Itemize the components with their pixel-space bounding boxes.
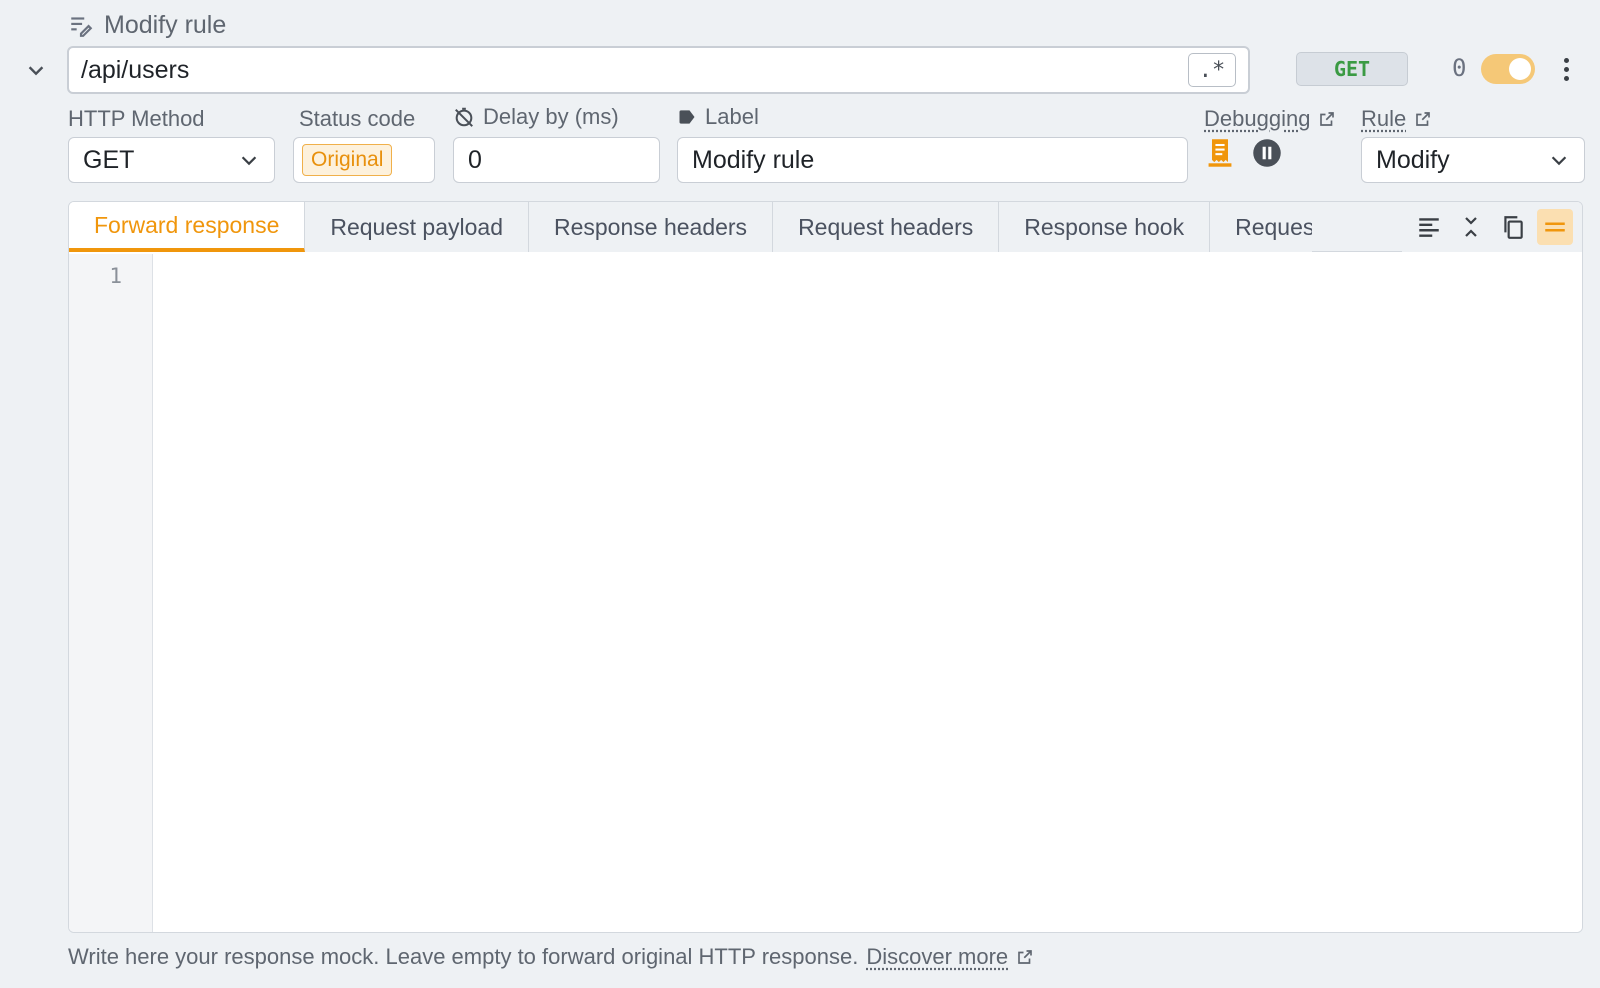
editor-hint: Write here your response mock. Leave emp… [68, 944, 1034, 970]
pause-icon [1253, 139, 1281, 167]
external-link-icon [1018, 950, 1032, 964]
copy-button[interactable] [1495, 209, 1531, 245]
tab-response-hook[interactable]: Response hook [999, 202, 1211, 252]
chevron-down-icon [241, 156, 257, 166]
toggle-knob [1509, 58, 1531, 80]
timer-off-icon [455, 107, 473, 127]
tab-request-hook[interactable]: Request hook [1210, 202, 1313, 252]
http-method-label: HTTP Method [68, 106, 205, 131]
tab-request-headers[interactable]: Request headers [773, 202, 1000, 252]
debug-pause-button[interactable] [1252, 138, 1282, 173]
copy-icon [1504, 216, 1523, 239]
hint-text: Write here your response mock. Leave emp… [68, 944, 859, 969]
chevron-down-icon [1551, 156, 1567, 166]
tab-request-payload[interactable]: Request payload [305, 202, 529, 252]
label-input[interactable]: Modify rule [677, 137, 1188, 183]
tab-forward-response[interactable]: Forward response [69, 202, 306, 252]
editor-toolbar [1402, 202, 1582, 252]
external-link-icon [1416, 112, 1431, 126]
collapse-rule-button[interactable] [22, 56, 50, 84]
rule-title-text: Modify rule [104, 10, 227, 39]
url-pattern-value[interactable]: /api/users [81, 56, 1188, 85]
tab-response-headers[interactable]: Response headers [528, 202, 774, 252]
http-method-select[interactable]: GET [68, 137, 275, 183]
receipt-icon [1208, 139, 1232, 167]
wrap-lines-button[interactable] [1537, 209, 1573, 245]
rule-enabled-toggle[interactable] [1481, 54, 1535, 84]
rule-type-label[interactable]: Rule [1361, 106, 1432, 132]
wrap-lines-icon [1545, 222, 1565, 232]
delay-value: 0 [468, 145, 482, 174]
rule-title: Modify rule [68, 8, 226, 42]
hit-count: 0 [1452, 54, 1467, 82]
rule-type-value: Modify [1376, 145, 1450, 174]
regex-icon: .* [1198, 57, 1226, 83]
tag-icon [679, 110, 695, 124]
delay-input[interactable]: 0 [453, 137, 660, 183]
format-button[interactable] [1411, 209, 1447, 245]
kebab-menu-icon[interactable] [1556, 54, 1576, 84]
line-number: 1 [109, 264, 122, 288]
delay-label: Delay by (ms) [453, 104, 619, 130]
chevron-down-icon [28, 66, 44, 76]
rule-type-select[interactable]: Modify [1361, 137, 1585, 183]
label-field-label: Label [677, 104, 759, 130]
http-method-value: GET [83, 145, 135, 174]
url-pattern-input[interactable]: /api/users .* [67, 46, 1250, 94]
code-editor-area[interactable] [154, 254, 1582, 932]
regex-toggle-button[interactable]: .* [1188, 53, 1236, 87]
editor-tabs: Forward response Request payload Respons… [69, 202, 1582, 252]
status-code-label: Status code [299, 106, 416, 131]
method-badge: GET [1296, 52, 1408, 86]
response-editor: Forward response Request payload Respons… [68, 201, 1583, 933]
external-link-icon [1320, 112, 1335, 126]
collapse-icon [1465, 217, 1477, 237]
collapse-all-button[interactable] [1453, 209, 1489, 245]
align-left-icon [1419, 218, 1439, 237]
label-value: Modify rule [692, 145, 815, 174]
status-code-input[interactable]: Original [293, 137, 435, 183]
line-number-gutter: 1 [69, 254, 153, 932]
debug-log-button[interactable] [1206, 137, 1234, 174]
debugging-label[interactable]: Debugging [1204, 106, 1336, 132]
edit-rule-icon [71, 17, 93, 37]
status-code-value: Original [302, 144, 393, 176]
debugging-controls [1206, 137, 1282, 174]
discover-more-link[interactable]: Discover more [866, 944, 1008, 970]
